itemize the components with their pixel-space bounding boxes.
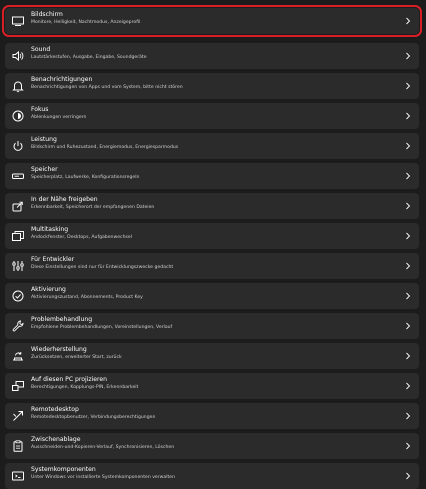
chevron-right-icon — [405, 262, 411, 270]
multitask-icon — [11, 229, 25, 243]
settings-item-fuer-entwickler[interactable]: Für Entwickler Diese Einstellungen sind … — [5, 253, 419, 279]
settings-item-benachrichtigungen[interactable]: Benachrichtigungen Benachrichtigungen vo… — [5, 73, 419, 99]
chevron-right-icon — [405, 172, 411, 180]
settings-item-wiederherstellung[interactable]: Wiederherstellung Zurücksetzen, erweiter… — [5, 343, 419, 369]
chevron-right-icon — [405, 52, 411, 60]
developer-icon — [11, 259, 25, 273]
power-icon — [11, 139, 25, 153]
settings-item-bildschirm[interactable]: Bildschirm Monitore, Helligkeit, Nachtmo… — [2, 5, 422, 37]
item-title: Wiederherstellung — [31, 346, 87, 353]
chevron-right-icon — [405, 232, 411, 240]
settings-item-leistung[interactable]: Leistung Bildschirm und Ruhezustand, Ene… — [5, 133, 419, 159]
settings-item-zwischenablage[interactable]: Zwischenablage Ausschneiden-und-Kopieren… — [5, 433, 419, 459]
item-description: Benachrichtigungen von Apps und vom Syst… — [31, 85, 183, 90]
settings-item-multitasking[interactable]: Multitasking Andockfenster, Desktops, Au… — [5, 223, 419, 249]
components-icon — [11, 469, 25, 483]
item-title: Multitasking — [31, 226, 69, 233]
settings-item-projizieren[interactable]: Auf diesen PC projizieren Berechtigungen… — [5, 373, 419, 399]
item-description: Erkennbarkeit, Speicherort der empfangen… — [31, 205, 155, 210]
item-title: Problembehandlung — [31, 316, 93, 323]
remote-desktop-icon — [11, 409, 25, 423]
item-description: Ablenkungen verringern — [31, 115, 87, 120]
chevron-right-icon — [405, 292, 411, 300]
item-title: Zwischenablage — [31, 436, 81, 443]
chevron-right-icon — [405, 202, 411, 210]
check-circle-icon — [11, 289, 25, 303]
item-description: Remotedesktopbenutzer, Verbindungsberech… — [31, 415, 156, 420]
settings-item-speicher[interactable]: Speicher Speicherplatz, Laufwerke, Konfi… — [5, 163, 419, 189]
item-title: Systemkomponenten — [31, 466, 96, 473]
storage-icon — [11, 169, 25, 183]
item-description: Aktivierungszustand, Abonnements, Produc… — [31, 295, 143, 300]
settings-item-remotedesktop[interactable]: Remotedesktop Remotedesktopbenutzer, Ver… — [5, 403, 419, 429]
chevron-right-icon — [405, 352, 411, 360]
chevron-right-icon — [405, 82, 411, 90]
item-description: Diese Einstellungen sind nur für Entwick… — [31, 265, 174, 270]
item-title: Benachrichtigungen — [31, 76, 93, 83]
item-title: Sound — [31, 46, 51, 53]
monitor-icon — [11, 14, 25, 28]
item-title: Aktivierung — [31, 286, 66, 293]
item-description: Empfohlene Problembehandlungen, Voreinst… — [31, 325, 173, 330]
settings-item-fokus[interactable]: Fokus Ablenkungen verringern — [5, 103, 419, 129]
bell-icon — [11, 79, 25, 93]
recovery-icon — [11, 349, 25, 363]
item-description: Zurücksetzen, erweiterter Start, zurück — [31, 355, 122, 360]
settings-item-sound[interactable]: Sound Lautstärkestufen, Ausgabe, Eingabe… — [5, 43, 419, 69]
chevron-right-icon — [405, 142, 411, 150]
item-description: Speicherplatz, Laufwerke, Konfigurations… — [31, 175, 140, 180]
item-description: Ausschneiden-und-Kopieren-Verlauf, Synch… — [31, 445, 175, 450]
item-title: Auf diesen PC projizieren — [31, 376, 107, 383]
project-icon — [11, 379, 25, 393]
item-title: Remotedesktop — [31, 406, 79, 413]
settings-item-aktivierung[interactable]: Aktivierung Aktivierungszustand, Abonnem… — [5, 283, 419, 309]
item-description: Berechtigungen, Kopplungs-PIN, Erkennbar… — [31, 385, 139, 390]
item-description: Lautstärkestufen, Ausgabe, Eingabe, Soun… — [31, 55, 147, 60]
chevron-right-icon — [405, 412, 411, 420]
item-title: Leistung — [31, 136, 57, 143]
chevron-right-icon — [405, 322, 411, 330]
speaker-icon — [11, 49, 25, 63]
item-title: Speicher — [31, 166, 58, 173]
chevron-right-icon — [405, 442, 411, 450]
settings-item-problembehandlung[interactable]: Problembehandlung Empfohlene Problembeha… — [5, 313, 419, 339]
item-description: Unter Windows vor installierte Systemkom… — [31, 475, 176, 480]
share-icon — [11, 199, 25, 213]
chevron-right-icon — [405, 472, 411, 480]
settings-item-systemkomponenten[interactable]: Systemkomponenten Unter Windows vor inst… — [5, 463, 419, 489]
chevron-right-icon — [405, 112, 411, 120]
item-description: Bildschirm und Ruhezustand, Energiemodus… — [31, 145, 179, 150]
item-title: Für Entwickler — [31, 256, 75, 263]
item-description: Monitore, Helligkeit, Nachtmodus, Anzeig… — [31, 20, 141, 25]
item-description: Andockfenster, Desktops, Aufgabenwechsel — [31, 235, 132, 240]
focus-icon — [11, 109, 25, 123]
wrench-icon — [11, 319, 25, 333]
item-title: Bildschirm — [31, 11, 63, 18]
clipboard-icon — [11, 439, 25, 453]
chevron-right-icon — [405, 17, 411, 25]
settings-item-naehe-freigeben[interactable]: In der Nähe freigeben Erkennbarkeit, Spe… — [5, 193, 419, 219]
item-title: In der Nähe freigeben — [31, 196, 98, 203]
item-title: Fokus — [31, 106, 49, 113]
chevron-right-icon — [405, 382, 411, 390]
